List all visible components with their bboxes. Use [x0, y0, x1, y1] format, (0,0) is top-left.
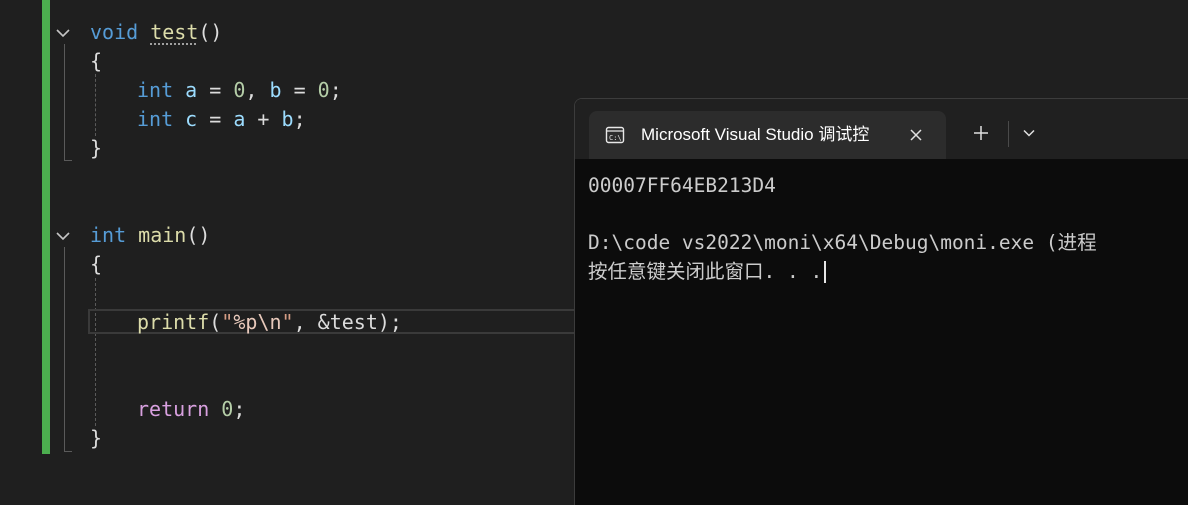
string-quote: ": [281, 310, 294, 334]
punctuation: (: [209, 310, 222, 334]
code-line: }: [90, 424, 102, 453]
text-cursor: [824, 261, 827, 283]
keyword: int: [137, 78, 174, 102]
punctuation: , &test);: [293, 310, 402, 334]
brace: }: [90, 426, 103, 450]
brace: }: [90, 136, 103, 160]
variable: c: [185, 107, 198, 131]
fold-chevron-icon[interactable]: [54, 227, 72, 245]
indent-guide: [95, 278, 96, 426]
console-icon: C:\: [605, 125, 625, 145]
number: 0: [317, 78, 330, 102]
brace: {: [90, 49, 103, 73]
number: 0: [221, 397, 234, 421]
punctuation: (): [198, 20, 223, 44]
punctuation: (): [186, 223, 211, 247]
scope-line-end: [64, 160, 72, 161]
code-line: {: [90, 250, 102, 279]
svg-text:C:\: C:\: [609, 134, 622, 142]
terminal-output[interactable]: 00007FF64EB213D4 D:\code vs2022\moni\x64…: [588, 159, 1188, 286]
punctuation: ;: [329, 78, 342, 102]
code-line: int c = a + b;: [137, 105, 306, 134]
variable: a: [233, 107, 246, 131]
string-quote: ": [221, 310, 234, 334]
variable: a: [185, 78, 198, 102]
number: 0: [233, 78, 246, 102]
output-text: 按任意键关闭此窗口. . .: [588, 259, 823, 283]
variable: b: [269, 78, 282, 102]
code-line: return 0;: [137, 395, 245, 424]
punctuation: ;: [293, 107, 306, 131]
keyword: void: [90, 20, 139, 44]
code-line: void test(): [90, 18, 222, 47]
function-name: main: [138, 223, 187, 247]
keyword: return: [137, 397, 210, 421]
operator: =: [197, 107, 234, 131]
close-icon[interactable]: [905, 124, 927, 146]
terminal-tab-bar: C:\ Microsoft Visual Studio 调试控: [575, 99, 1188, 159]
plus-icon[interactable]: [971, 123, 991, 143]
brace: {: [90, 252, 103, 276]
output-line: 00007FF64EB213D4: [588, 174, 776, 197]
indent-guide: [95, 74, 96, 136]
change-indicator-bar: [42, 0, 50, 454]
tab-title: Microsoft Visual Studio 调试控: [641, 125, 870, 144]
code-line: printf("%p\n", &test);: [137, 308, 402, 337]
variable: b: [281, 107, 294, 131]
escape-sequence: \n: [257, 310, 282, 334]
operator: =: [281, 78, 318, 102]
tab-separator: [1008, 121, 1009, 147]
keyword: int: [90, 223, 127, 247]
fold-chevron-icon[interactable]: [54, 24, 72, 42]
scope-line: [64, 247, 71, 451]
function-name: printf: [137, 310, 210, 334]
output-line: D:\code vs2022\moni\x64\Debug\moni.exe (…: [588, 231, 1097, 254]
code-line: int a = 0, b = 0;: [137, 76, 342, 105]
scope-line: [64, 44, 71, 160]
code-line: }: [90, 134, 102, 163]
output-line: 按任意键关闭此窗口. . .: [588, 258, 1188, 287]
chevron-down-icon[interactable]: [1021, 125, 1037, 141]
punctuation: ,: [245, 78, 270, 102]
punctuation: ;: [233, 397, 246, 421]
code-line: int main(): [90, 221, 210, 250]
keyword: int: [137, 107, 174, 131]
terminal-tab[interactable]: C:\ Microsoft Visual Studio 调试控: [589, 111, 946, 159]
operator: +: [245, 107, 282, 131]
operator: =: [197, 78, 234, 102]
scope-line-end: [64, 451, 72, 452]
function-name: test: [150, 20, 199, 44]
format-specifier: %p: [233, 310, 258, 334]
terminal-window[interactable]: C:\ Microsoft Visual Studio 调试控 00007FF6…: [574, 98, 1188, 505]
code-line: {: [90, 47, 102, 76]
